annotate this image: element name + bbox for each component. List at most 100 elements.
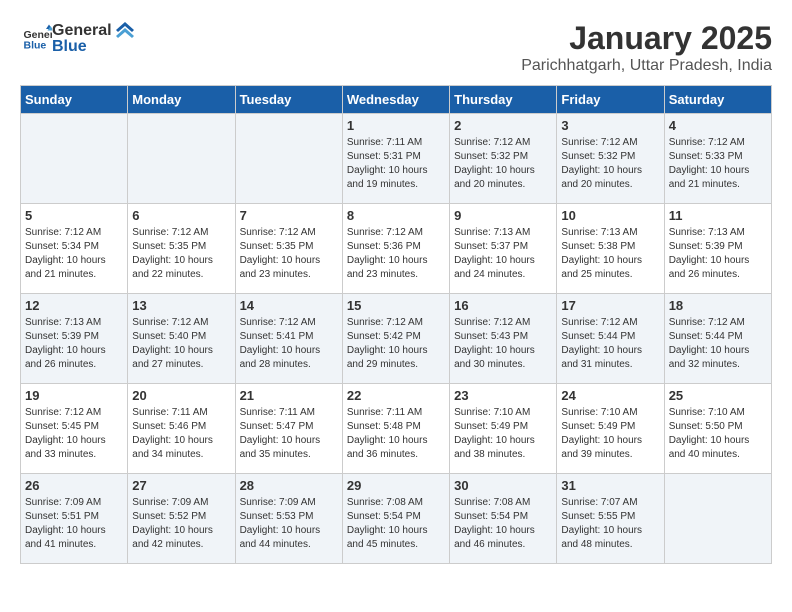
- weekday-header-wednesday: Wednesday: [342, 86, 449, 114]
- calendar-cell: [21, 114, 128, 204]
- weekday-header-saturday: Saturday: [664, 86, 771, 114]
- calendar-cell: 7 Sunrise: 7:12 AMSunset: 5:35 PMDaylight…: [235, 204, 342, 294]
- day-number: 21: [240, 388, 338, 403]
- calendar-cell: 13 Sunrise: 7:12 AMSunset: 5:40 PMDayligh…: [128, 294, 235, 384]
- calendar-subtitle: Parichhatgarh, Uttar Pradesh, India: [521, 57, 772, 75]
- day-info: Sunrise: 7:12 AMSunset: 5:41 PMDaylight:…: [240, 316, 338, 372]
- day-number: 26: [25, 478, 123, 493]
- day-number: 12: [25, 298, 123, 313]
- day-info: Sunrise: 7:07 AMSunset: 5:55 PMDaylight:…: [561, 496, 659, 552]
- day-info: Sunrise: 7:11 AMSunset: 5:47 PMDaylight:…: [240, 406, 338, 462]
- calendar-cell: 27 Sunrise: 7:09 AMSunset: 5:52 PMDayligh…: [128, 474, 235, 564]
- day-number: 16: [454, 298, 552, 313]
- calendar-cell: 24 Sunrise: 7:10 AMSunset: 5:49 PMDayligh…: [557, 384, 664, 474]
- day-info: Sunrise: 7:12 AMSunset: 5:43 PMDaylight:…: [454, 316, 552, 372]
- day-info: Sunrise: 7:11 AMSunset: 5:46 PMDaylight:…: [132, 406, 230, 462]
- day-number: 3: [561, 118, 659, 133]
- calendar-cell: 12 Sunrise: 7:13 AMSunset: 5:39 PMDayligh…: [21, 294, 128, 384]
- day-info: Sunrise: 7:12 AMSunset: 5:44 PMDaylight:…: [561, 316, 659, 372]
- day-info: Sunrise: 7:12 AMSunset: 5:44 PMDaylight:…: [669, 316, 767, 372]
- calendar-cell: 3 Sunrise: 7:12 AMSunset: 5:32 PMDaylight…: [557, 114, 664, 204]
- day-info: Sunrise: 7:12 AMSunset: 5:36 PMDaylight:…: [347, 226, 445, 282]
- day-number: 11: [669, 208, 767, 223]
- weekday-header-tuesday: Tuesday: [235, 86, 342, 114]
- day-number: 25: [669, 388, 767, 403]
- day-info: Sunrise: 7:13 AMSunset: 5:37 PMDaylight:…: [454, 226, 552, 282]
- day-number: 28: [240, 478, 338, 493]
- calendar-cell: 17 Sunrise: 7:12 AMSunset: 5:44 PMDayligh…: [557, 294, 664, 384]
- calendar-cell: 28 Sunrise: 7:09 AMSunset: 5:53 PMDayligh…: [235, 474, 342, 564]
- day-number: 14: [240, 298, 338, 313]
- day-info: Sunrise: 7:12 AMSunset: 5:34 PMDaylight:…: [25, 226, 123, 282]
- calendar-cell: [235, 114, 342, 204]
- calendar-cell: 30 Sunrise: 7:08 AMSunset: 5:54 PMDayligh…: [450, 474, 557, 564]
- day-number: 2: [454, 118, 552, 133]
- logo-icon: General Blue: [22, 23, 52, 53]
- day-number: 7: [240, 208, 338, 223]
- calendar-cell: 18 Sunrise: 7:12 AMSunset: 5:44 PMDayligh…: [664, 294, 771, 384]
- calendar-cell: 1 Sunrise: 7:11 AMSunset: 5:31 PMDaylight…: [342, 114, 449, 204]
- weekday-header-monday: Monday: [128, 86, 235, 114]
- calendar-week-row: 1 Sunrise: 7:11 AMSunset: 5:31 PMDaylight…: [21, 114, 772, 204]
- day-info: Sunrise: 7:13 AMSunset: 5:39 PMDaylight:…: [669, 226, 767, 282]
- calendar-cell: 26 Sunrise: 7:09 AMSunset: 5:51 PMDayligh…: [21, 474, 128, 564]
- day-info: Sunrise: 7:09 AMSunset: 5:52 PMDaylight:…: [132, 496, 230, 552]
- calendar-cell: 15Sunrise: 7:12 AMSunset: 5:42 PMDayligh…: [342, 294, 449, 384]
- day-number: 1: [347, 118, 445, 133]
- calendar-cell: 4Sunrise: 7:12 AMSunset: 5:33 PMDaylight…: [664, 114, 771, 204]
- calendar-cell: 29 Sunrise: 7:08 AMSunset: 5:54 PMDayligh…: [342, 474, 449, 564]
- calendar-cell: 8 Sunrise: 7:12 AMSunset: 5:36 PMDaylight…: [342, 204, 449, 294]
- page-header: General Blue General Blue January 2025 P…: [20, 20, 772, 75]
- day-number: 30: [454, 478, 552, 493]
- calendar-cell: 20 Sunrise: 7:11 AMSunset: 5:46 PMDayligh…: [128, 384, 235, 474]
- calendar-cell: 19Sunrise: 7:12 AMSunset: 5:45 PMDayligh…: [21, 384, 128, 474]
- day-info: Sunrise: 7:13 AMSunset: 5:38 PMDaylight:…: [561, 226, 659, 282]
- day-number: 31: [561, 478, 659, 493]
- day-number: 13: [132, 298, 230, 313]
- day-info: Sunrise: 7:12 AMSunset: 5:40 PMDaylight:…: [132, 316, 230, 372]
- calendar-cell: 14 Sunrise: 7:12 AMSunset: 5:41 PMDayligh…: [235, 294, 342, 384]
- day-info: Sunrise: 7:12 AMSunset: 5:35 PMDaylight:…: [240, 226, 338, 282]
- calendar-cell: 2 Sunrise: 7:12 AMSunset: 5:32 PMDaylight…: [450, 114, 557, 204]
- day-info: Sunrise: 7:08 AMSunset: 5:54 PMDaylight:…: [454, 496, 552, 552]
- day-info: Sunrise: 7:09 AMSunset: 5:53 PMDaylight:…: [240, 496, 338, 552]
- day-number: 17: [561, 298, 659, 313]
- weekday-header-sunday: Sunday: [21, 86, 128, 114]
- calendar-cell: [664, 474, 771, 564]
- day-info: Sunrise: 7:08 AMSunset: 5:54 PMDaylight:…: [347, 496, 445, 552]
- day-number: 8: [347, 208, 445, 223]
- day-number: 4: [669, 118, 767, 133]
- day-number: 27: [132, 478, 230, 493]
- day-number: 18: [669, 298, 767, 313]
- day-number: 19: [25, 388, 123, 403]
- day-number: 24: [561, 388, 659, 403]
- calendar-table: SundayMondayTuesdayWednesdayThursdayFrid…: [20, 85, 772, 564]
- day-info: Sunrise: 7:09 AMSunset: 5:51 PMDaylight:…: [25, 496, 123, 552]
- day-info: Sunrise: 7:13 AMSunset: 5:39 PMDaylight:…: [25, 316, 123, 372]
- day-number: 20: [132, 388, 230, 403]
- day-info: Sunrise: 7:12 AMSunset: 5:32 PMDaylight:…: [561, 136, 659, 192]
- weekday-header-friday: Friday: [557, 86, 664, 114]
- calendar-week-row: 5 Sunrise: 7:12 AMSunset: 5:34 PMDaylight…: [21, 204, 772, 294]
- calendar-cell: [128, 114, 235, 204]
- logo-chevron-icon: [114, 20, 136, 42]
- svg-text:Blue: Blue: [24, 40, 47, 52]
- day-number: 6: [132, 208, 230, 223]
- calendar-cell: 23Sunrise: 7:10 AMSunset: 5:49 PMDayligh…: [450, 384, 557, 474]
- day-number: 5: [25, 208, 123, 223]
- calendar-cell: 25Sunrise: 7:10 AMSunset: 5:50 PMDayligh…: [664, 384, 771, 474]
- calendar-cell: 21 Sunrise: 7:11 AMSunset: 5:47 PMDayligh…: [235, 384, 342, 474]
- weekday-header-row: SundayMondayTuesdayWednesdayThursdayFrid…: [21, 86, 772, 114]
- day-info: Sunrise: 7:10 AMSunset: 5:49 PMDaylight:…: [561, 406, 659, 462]
- day-number: 10: [561, 208, 659, 223]
- day-number: 9: [454, 208, 552, 223]
- day-info: Sunrise: 7:12 AMSunset: 5:32 PMDaylight:…: [454, 136, 552, 192]
- day-number: 15: [347, 298, 445, 313]
- calendar-week-row: 12 Sunrise: 7:13 AMSunset: 5:39 PMDayligh…: [21, 294, 772, 384]
- day-info: Sunrise: 7:11 AMSunset: 5:31 PMDaylight:…: [347, 136, 445, 192]
- calendar-cell: 31 Sunrise: 7:07 AMSunset: 5:55 PMDayligh…: [557, 474, 664, 564]
- day-number: 29: [347, 478, 445, 493]
- calendar-cell: 11 Sunrise: 7:13 AMSunset: 5:39 PMDayligh…: [664, 204, 771, 294]
- calendar-week-row: 26 Sunrise: 7:09 AMSunset: 5:51 PMDayligh…: [21, 474, 772, 564]
- day-number: 22: [347, 388, 445, 403]
